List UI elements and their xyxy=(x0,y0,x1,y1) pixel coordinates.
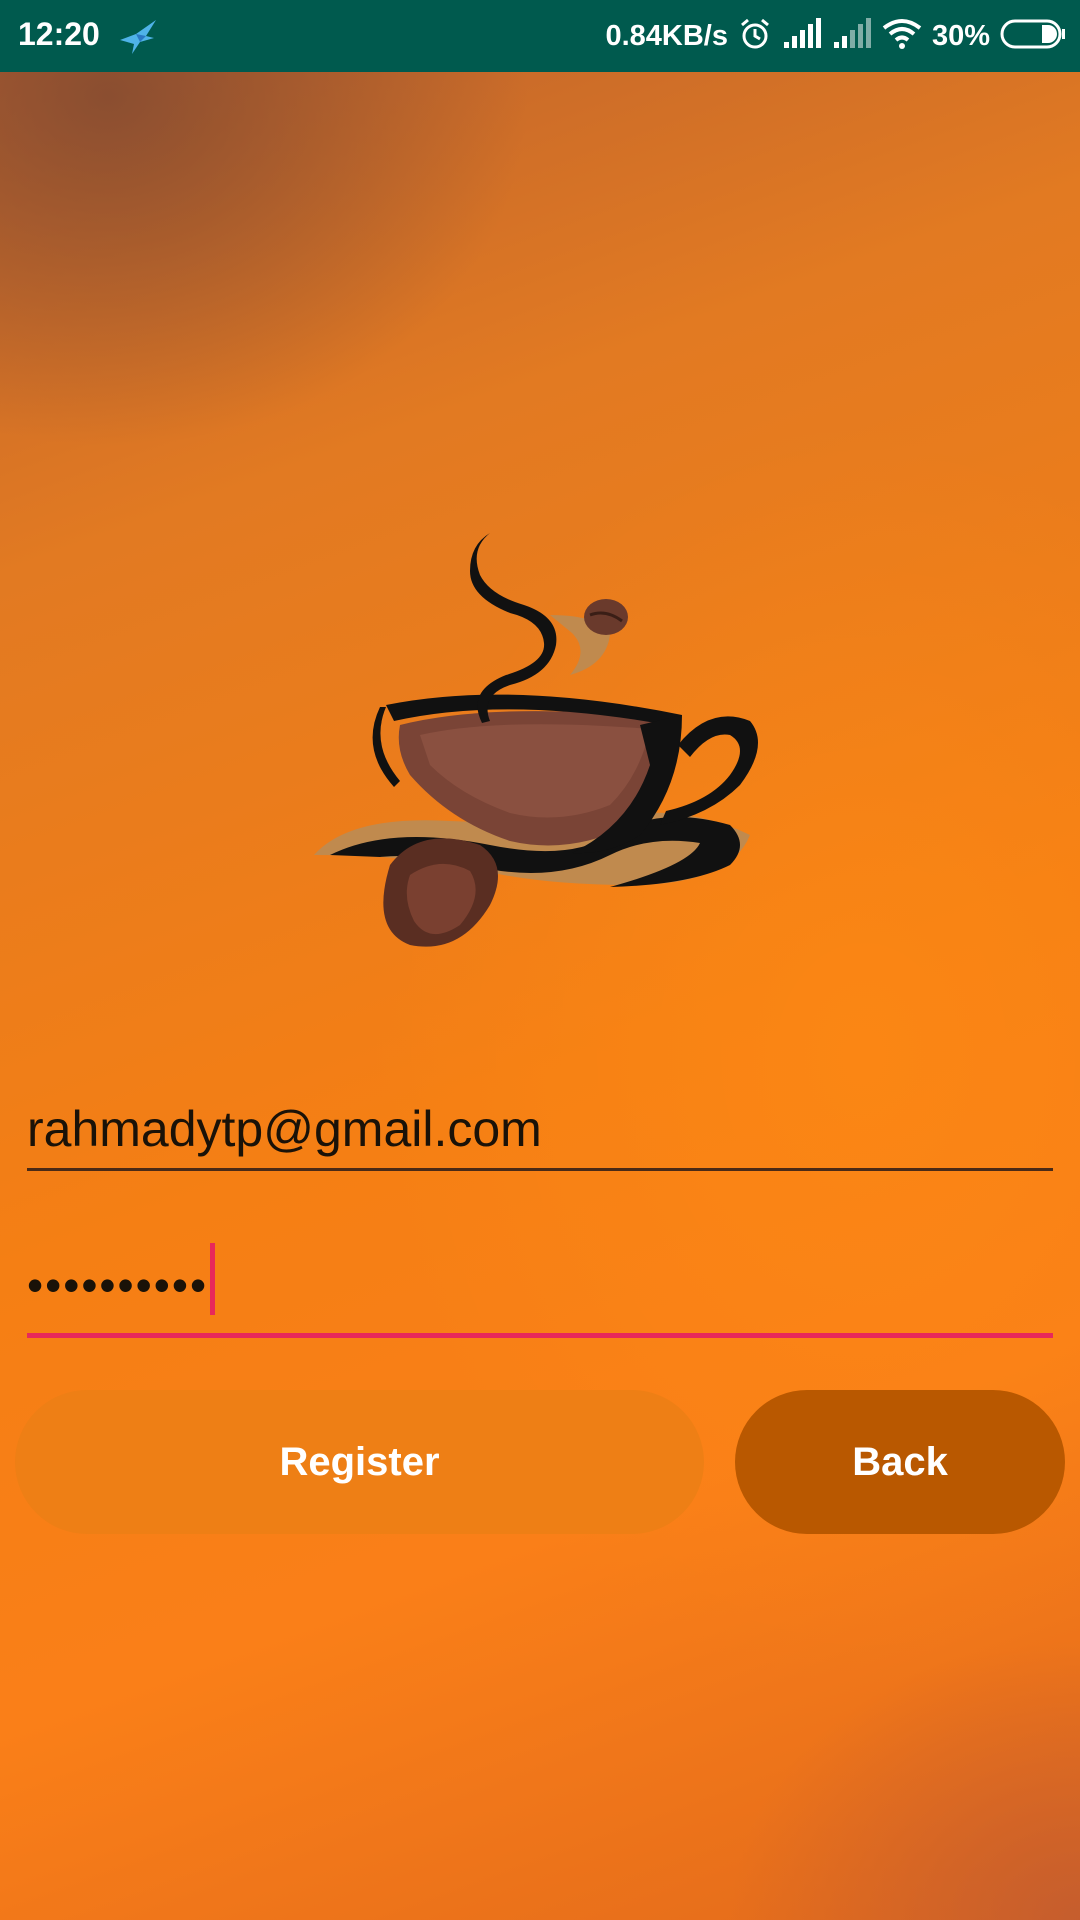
battery-percent: 30% xyxy=(931,19,990,52)
back-button[interactable]: Back xyxy=(735,1390,1065,1534)
alarm-icon xyxy=(738,17,772,56)
signal-icon xyxy=(782,17,822,55)
password-value: •••••••••• xyxy=(27,1259,209,1311)
signal-icon-2 xyxy=(832,17,872,55)
wifi-icon xyxy=(882,18,922,55)
status-bar: 12:20 0.84KB/s 30% xyxy=(0,0,1080,72)
password-value-wrapper: •••••••••• xyxy=(27,1243,216,1315)
back-button-label: Back xyxy=(852,1439,948,1484)
email-field[interactable]: rahmadytp@gmail.com xyxy=(27,1090,1053,1171)
register-button-label: Register xyxy=(279,1439,440,1484)
status-icons: 0.84KB/s 30% xyxy=(605,14,1066,58)
battery-icon xyxy=(1000,19,1066,54)
status-time: 12:20 xyxy=(18,16,100,52)
register-screen: 12:20 0.84KB/s 30% rahmadytp@gmail.com •… xyxy=(0,0,1080,1920)
password-field[interactable]: •••••••••• xyxy=(27,1243,1053,1338)
text-cursor xyxy=(210,1243,216,1315)
coffee-cup-logo xyxy=(310,525,770,965)
register-button[interactable]: Register xyxy=(15,1390,704,1534)
email-value: rahmadytp@gmail.com xyxy=(27,1101,542,1157)
network-speed: 0.84KB/s xyxy=(605,19,728,52)
bird-notification-icon xyxy=(116,14,160,58)
